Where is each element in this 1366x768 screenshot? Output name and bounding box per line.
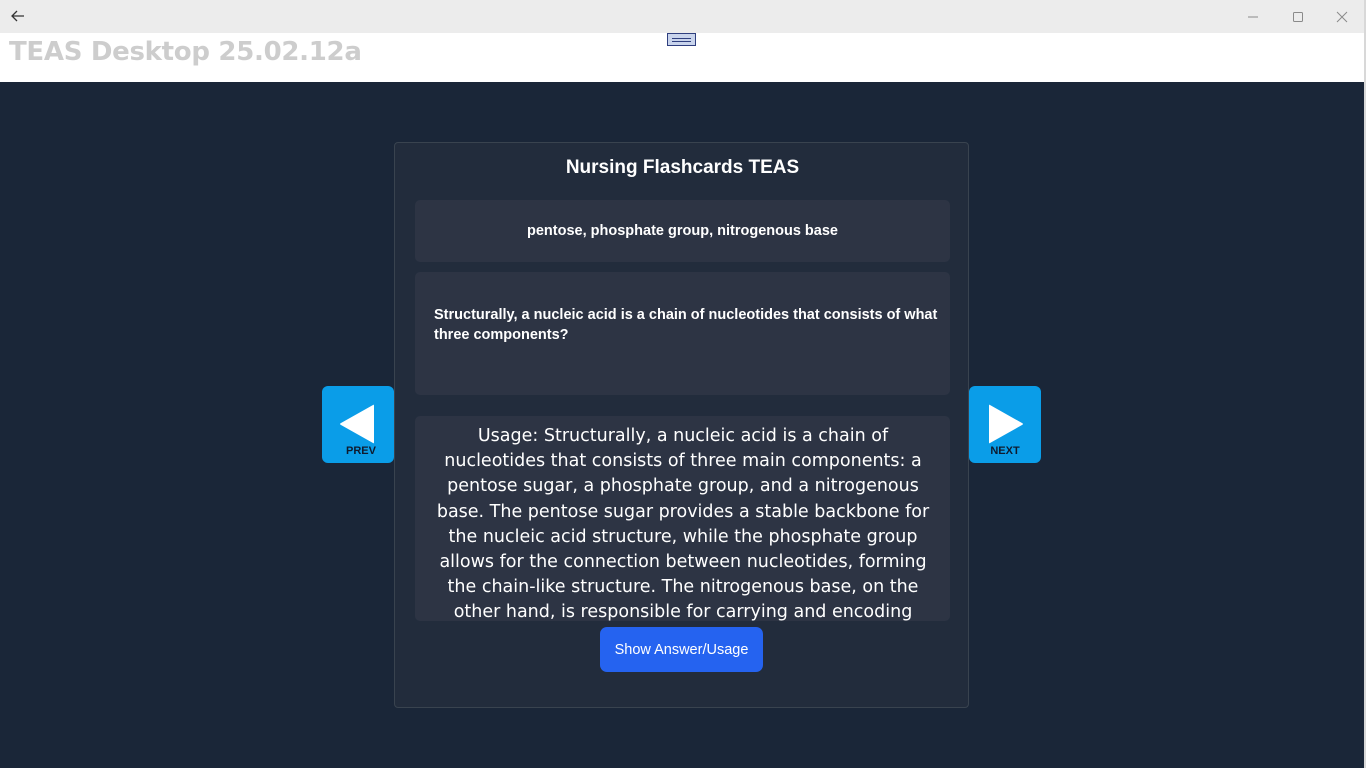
prev-button[interactable]: PREV [322, 386, 394, 463]
minimize-button[interactable] [1231, 0, 1275, 33]
question-text: Structurally, a nucleic acid is a chain … [434, 307, 938, 343]
maximize-button[interactable] [1276, 0, 1320, 33]
close-button[interactable] [1320, 0, 1364, 33]
next-button[interactable]: NEXT [969, 386, 1041, 463]
window-titlebar [0, 0, 1366, 33]
minimize-icon [1248, 16, 1258, 17]
answer-text: pentose, phosphate group, nitrogenous ba… [527, 223, 838, 239]
next-label: NEXT [990, 445, 1020, 457]
question-box: Structurally, a nucleic acid is a chain … [415, 272, 950, 395]
usage-box[interactable]: Usage: Structurally, a nucleic acid is a… [415, 416, 950, 621]
card-title: Nursing Flashcards TEAS [565, 157, 800, 178]
prev-label: PREV [346, 445, 376, 457]
arrow-left-icon [11, 10, 24, 22]
back-button[interactable] [4, 2, 32, 30]
close-icon [1336, 11, 1348, 22]
answer-box: pentose, phosphate group, nitrogenous ba… [415, 200, 950, 262]
usage-text: Usage: Structurally, a nucleic acid is a… [436, 426, 930, 621]
play-left-icon [340, 404, 374, 444]
play-right-icon [989, 404, 1023, 444]
flashcard: Nursing Flashcards TEAS pentose, phospha… [394, 142, 969, 708]
app-header: TEAS Desktop 25.02.12a [0, 33, 1364, 82]
drag-handle[interactable] [667, 33, 696, 46]
show-answer-button[interactable]: Show Answer/Usage [600, 627, 763, 672]
app-title: TEAS Desktop 25.02.12a [9, 37, 362, 67]
maximize-icon [1293, 11, 1303, 22]
